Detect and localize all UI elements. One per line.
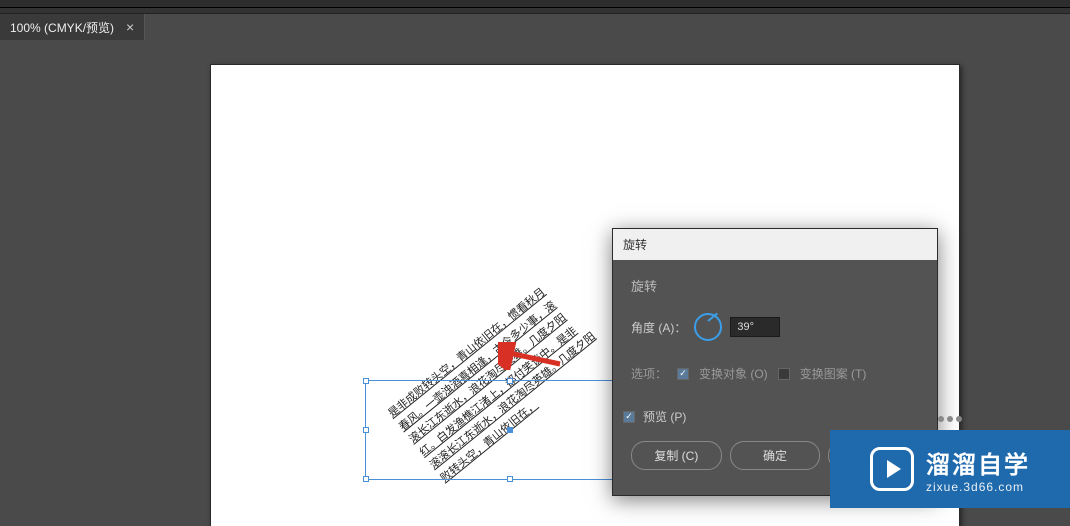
- document-tab[interactable]: 100% (CMYK/预览) ×: [0, 14, 145, 41]
- close-icon[interactable]: ×: [126, 20, 134, 34]
- play-icon: [870, 447, 914, 491]
- angle-row: 角度 (A)：: [631, 313, 919, 341]
- transform-object-checkbox[interactable]: ✓: [677, 368, 689, 380]
- resize-handle[interactable]: [363, 476, 369, 482]
- angle-dial-icon[interactable]: [694, 313, 722, 341]
- preview-checkbox[interactable]: ✓: [623, 411, 635, 423]
- workspace: 是非成败转头空，青山依旧在，惯看秋月 春风。一壶浊酒喜相逢，古今多少事，滚 滚长…: [0, 40, 1070, 526]
- angle-label: 角度 (A)：: [631, 319, 686, 336]
- copy-button[interactable]: 复制 (C): [631, 441, 722, 470]
- options-row: 选项： ✓ 变换对象 (O) 变换图案 (T): [631, 365, 919, 382]
- preview-label: 预览 (P): [643, 408, 686, 425]
- resize-handle[interactable]: [363, 378, 369, 384]
- transform-pattern-checkbox[interactable]: [778, 368, 790, 380]
- menu-bar: [0, 0, 1070, 8]
- preview-row: ✓ 预览 (P): [623, 408, 919, 425]
- section-label: 旋转: [631, 276, 919, 295]
- tab-bar: 100% (CMYK/预览) ×: [0, 14, 1070, 40]
- center-handle[interactable]: [507, 427, 513, 433]
- watermark-text: 溜溜自学 zixue.3d66.com: [926, 445, 1030, 494]
- resize-handle[interactable]: [507, 476, 513, 482]
- dialog-title[interactable]: 旋转: [613, 229, 937, 260]
- options-label: 选项：: [631, 365, 667, 382]
- watermark-title: 溜溜自学: [926, 445, 1030, 480]
- transform-pattern-label: 变换图案 (T): [800, 365, 867, 382]
- watermark: 溜溜自学 zixue.3d66.com: [830, 430, 1070, 508]
- resize-handle[interactable]: [363, 427, 369, 433]
- control-bar: [0, 8, 1070, 14]
- watermark-dots-icon: [938, 416, 962, 422]
- ok-button[interactable]: 确定: [730, 441, 821, 470]
- angle-input[interactable]: [730, 317, 780, 337]
- transform-object-label: 变换对象 (O): [699, 365, 768, 382]
- resize-handle[interactable]: [507, 378, 513, 384]
- tab-title: 100% (CMYK/预览): [10, 19, 114, 36]
- watermark-subtitle: zixue.3d66.com: [926, 480, 1030, 494]
